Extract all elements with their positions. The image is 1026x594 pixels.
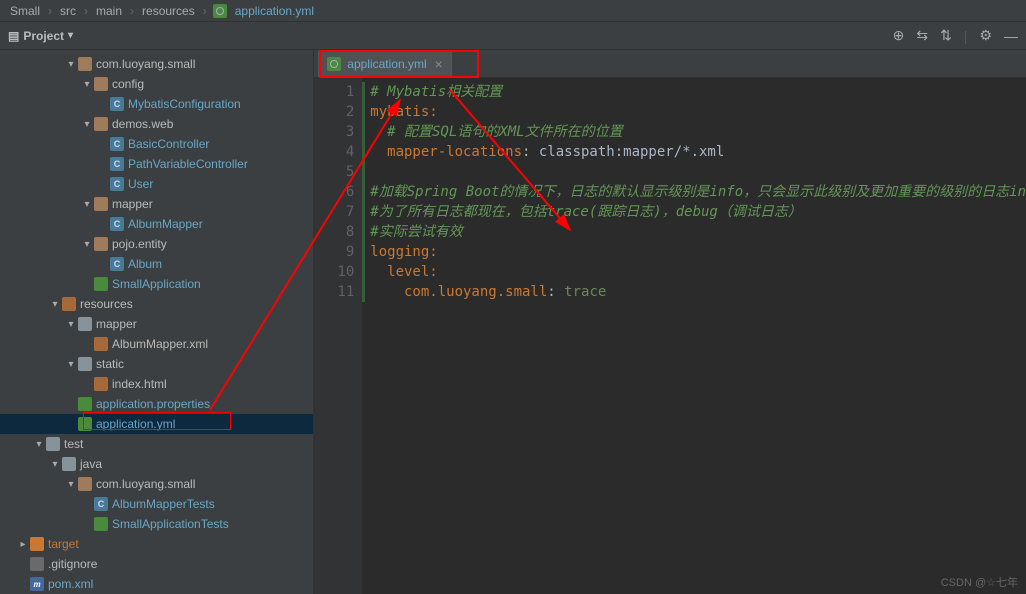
class-icon [110, 177, 124, 191]
tree-package[interactable]: config [0, 74, 313, 94]
yml-icon [327, 57, 341, 71]
editor-tab-active[interactable]: application.yml × [318, 51, 452, 77]
editor-tabs: application.yml × [314, 50, 1026, 78]
tree-package[interactable]: com.luoyang.small [0, 54, 313, 74]
properties-icon [78, 397, 92, 411]
tree-class[interactable]: AlbumMapperTests [0, 494, 313, 514]
tree-class[interactable]: BasicController [0, 134, 313, 154]
spring-icon [94, 277, 108, 291]
crumb[interactable]: resources [140, 4, 197, 18]
tree-folder[interactable]: java [0, 454, 313, 474]
class-icon [110, 217, 124, 231]
class-icon [110, 157, 124, 171]
yml-icon [213, 4, 227, 18]
chevron-right-icon: › [46, 4, 54, 18]
tree-file-selected[interactable]: application.yml [0, 414, 313, 434]
tree-file[interactable]: .gitignore [0, 554, 313, 574]
crumb-current[interactable]: application.yml [233, 4, 316, 18]
collapse-icon[interactable]: ⇆ [916, 27, 928, 44]
tree-class[interactable]: PathVariableController [0, 154, 313, 174]
tree-file[interactable]: application.properties [0, 394, 313, 414]
project-toolbar: ▤ Project ▾ ⊕ ⇆ ⇅ | ⚙ — [0, 22, 1026, 50]
breadcrumb-bar: Small › src › main › resources › applica… [0, 0, 1026, 22]
tree-file[interactable]: AlbumMapper.xml [0, 334, 313, 354]
folder-icon [78, 357, 92, 371]
tree-file[interactable]: pom.xml [0, 574, 313, 594]
class-icon [94, 497, 108, 511]
html-icon [94, 377, 108, 391]
package-icon [94, 237, 108, 251]
chevron-right-icon: › [201, 4, 209, 18]
tree-class[interactable]: SmallApplication [0, 274, 313, 294]
package-icon [78, 477, 92, 491]
yml-icon [78, 417, 92, 431]
expand-icon[interactable]: ⇅ [940, 27, 952, 44]
crumb[interactable]: src [58, 4, 78, 18]
tree-file[interactable]: index.html [0, 374, 313, 394]
breadcrumb: Small › src › main › resources › applica… [8, 4, 316, 18]
tree-folder[interactable]: target [0, 534, 313, 554]
package-icon [94, 117, 108, 131]
tree-package[interactable]: demos.web [0, 114, 313, 134]
tab-label: application.yml [347, 57, 426, 71]
tree-package[interactable]: mapper [0, 194, 313, 214]
target-icon[interactable]: ⊕ [893, 27, 905, 44]
code-content[interactable]: # Mybatis相关配置 mybatis: # 配置SQL语句的XML文件所在… [362, 78, 1026, 594]
project-icon: ▤ [8, 29, 19, 43]
crumb[interactable]: Small [8, 4, 42, 18]
project-tree[interactable]: com.luoyang.small config MybatisConfigur… [0, 50, 314, 594]
watermark: CSDN @☆七年 [941, 574, 1018, 590]
minimize-icon[interactable]: — [1004, 28, 1018, 44]
tree-folder[interactable]: mapper [0, 314, 313, 334]
tree-folder[interactable]: static [0, 354, 313, 374]
class-icon [110, 97, 124, 111]
dropdown-icon: ▾ [68, 30, 73, 41]
chevron-right-icon: › [128, 4, 136, 18]
folder-icon [46, 437, 60, 451]
class-icon [110, 137, 124, 151]
tree-class[interactable]: SmallApplicationTests [0, 514, 313, 534]
tree-package[interactable]: com.luoyang.small [0, 474, 313, 494]
package-icon [94, 197, 108, 211]
tree-folder[interactable]: test [0, 434, 313, 454]
spring-icon [94, 517, 108, 531]
crumb[interactable]: main [94, 4, 124, 18]
package-icon [78, 57, 92, 71]
folder-icon [62, 457, 76, 471]
target-icon [30, 537, 44, 551]
tree-package[interactable]: pojo.entity [0, 234, 313, 254]
tree-class[interactable]: User [0, 174, 313, 194]
tree-class[interactable]: MybatisConfiguration [0, 94, 313, 114]
editor: application.yml × 1234567891011 # Mybati… [314, 50, 1026, 594]
resources-icon [62, 297, 76, 311]
tree-class[interactable]: Album [0, 254, 313, 274]
xml-icon [94, 337, 108, 351]
line-gutter: 1234567891011 [314, 78, 362, 594]
folder-icon [78, 317, 92, 331]
toolbar-actions: ⊕ ⇆ ⇅ | ⚙ — [893, 27, 1018, 44]
project-tool-label[interactable]: ▤ Project ▾ [8, 29, 73, 43]
maven-icon [30, 577, 44, 591]
package-icon [94, 77, 108, 91]
tree-class[interactable]: AlbumMapper [0, 214, 313, 234]
tree-folder[interactable]: resources [0, 294, 313, 314]
gitignore-icon [30, 557, 44, 571]
class-icon [110, 257, 124, 271]
chevron-right-icon: › [82, 4, 90, 18]
code-editor[interactable]: 1234567891011 # Mybatis相关配置 mybatis: # 配… [314, 78, 1026, 594]
gear-icon[interactable]: ⚙ [979, 27, 992, 44]
close-icon[interactable]: × [435, 56, 443, 72]
